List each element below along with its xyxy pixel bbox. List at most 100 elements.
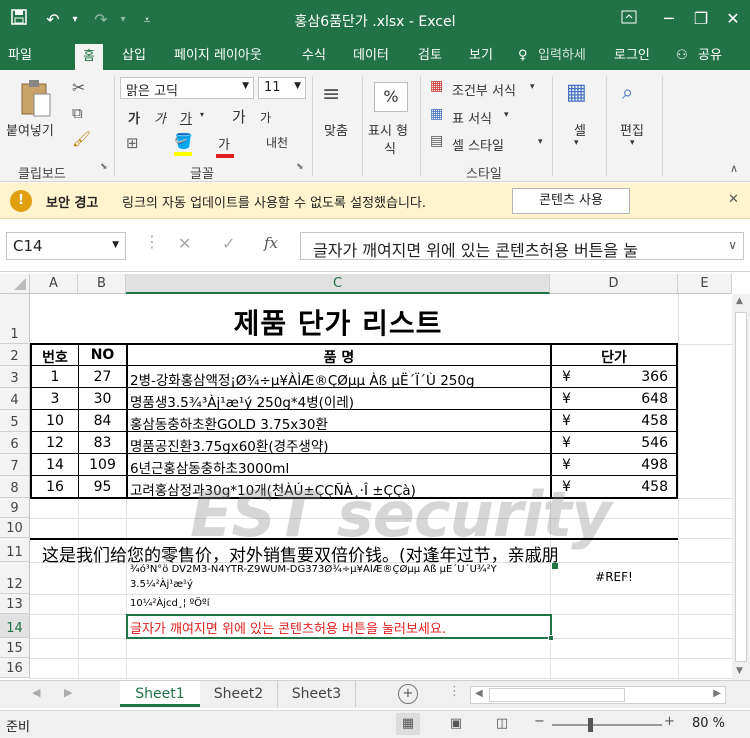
horizontal-scroll-thumb[interactable] [489,688,625,702]
row-header-selected[interactable]: 14 [0,614,30,638]
cell-name[interactable]: 명품생3.5¾³Àj¹æ¹ý 250g*4병(이레) [130,391,550,411]
cell-num[interactable]: 10 [32,413,78,429]
cell-num[interactable]: 14 [32,457,78,473]
tab-data[interactable]: 데이터 [353,46,389,66]
cut-icon[interactable]: ✂ [72,78,85,97]
cell-num[interactable]: 16 [32,479,78,495]
cell-price[interactable]: 498 [600,457,668,473]
login-link[interactable]: 로그인 [614,46,650,66]
close-icon[interactable]: ✕ [728,192,739,207]
sheet-tab-sheet3[interactable]: Sheet3 [278,681,356,707]
horizontal-scrollbar[interactable]: ◀ ▶ [470,686,726,704]
row-header[interactable]: 6 [0,432,30,454]
scroll-left-icon[interactable]: ◀ [475,688,483,699]
zoom-slider-thumb[interactable] [588,718,593,732]
tab-splitter-icon[interactable]: ⋮ [448,684,461,699]
row-header[interactable]: 5 [0,410,30,432]
cell-price[interactable]: 458 [600,413,668,429]
tab-file[interactable]: 파일 [8,46,32,66]
tab-view[interactable]: 보기 [469,46,493,66]
borders-icon[interactable]: ⊞ [126,134,139,152]
name-box[interactable]: C14 ▼ [6,232,126,260]
chevron-down-icon[interactable]: ▾ [630,138,635,148]
percent-icon[interactable]: % [374,82,408,112]
font-launcher-icon[interactable]: ⬊ [296,162,304,172]
phonetic-button[interactable]: 내천 [266,134,288,151]
share-icon[interactable]: ⚇ [676,46,688,66]
alignment-icon[interactable]: ≡ [322,82,340,107]
shrink-font-button[interactable]: 가 [260,109,271,126]
grow-font-button[interactable]: 가 [232,106,246,127]
conditional-format-button[interactable]: 조건부 서식 [452,80,516,99]
chevron-down-icon[interactable]: ▾ [574,138,579,148]
cell-name[interactable]: 2병-강화홍삼액정¡Ø¾÷µ¥ÀÌÆ®ÇØµµ Àß µË´Ï´Ù 250g [130,369,550,389]
cell-no[interactable]: 109 [79,457,126,473]
row-header[interactable]: 13 [0,594,30,614]
add-sheet-icon[interactable]: + [398,684,418,704]
tell-me-icon[interactable]: ♀ [518,46,528,66]
underline-dropdown-icon[interactable]: ▾ [200,110,204,119]
row-header[interactable]: 4 [0,388,30,410]
column-header[interactable]: E [678,274,732,294]
row-header[interactable]: 3 [0,366,30,388]
cell-num[interactable]: 1 [32,369,78,385]
chevron-down-icon[interactable]: ▼ [112,240,119,250]
underline-button[interactable]: 가 [180,108,192,127]
chevron-down-icon[interactable]: ▾ [538,137,543,147]
page-break-view-icon[interactable]: ◫ [490,713,514,735]
copy-icon[interactable]: ⧉ [72,104,83,122]
row-header[interactable]: 10 [0,518,30,538]
cell-no[interactable]: 84 [79,413,126,429]
fill-color-icon[interactable]: 🪣 [174,132,193,156]
cell-name[interactable]: 명품공진환3.75gx60환(경주생약) [130,435,550,455]
row-header[interactable]: 9 [0,498,30,518]
page-layout-view-icon[interactable]: ▣ [444,713,468,735]
scroll-up-icon[interactable]: ▲ [736,296,743,306]
cell-instruction-red[interactable]: 글자가 깨여지면 위에 있는 콘텐츠허용 버튼을 눌러보세요. [130,618,446,637]
cell-garbled-row13[interactable]: 10¼²Àjcd¸¦ ºÖºí [130,598,210,609]
header-price[interactable]: 단가 [552,347,676,367]
restore-icon[interactable]: ❐ [684,4,718,34]
enable-content-button[interactable]: 콘텐츠 사용 [512,188,630,214]
zoom-out-icon[interactable]: − [534,714,545,729]
cell-num[interactable]: 12 [32,435,78,451]
cell-no[interactable]: 83 [79,435,126,451]
zoom-slider-track[interactable] [552,724,662,726]
share-button[interactable]: 공유 [698,46,722,66]
tab-page-layout[interactable]: 페이지 레이아웃 [174,46,262,66]
header-no[interactable]: NO [79,347,126,363]
cell-price[interactable]: 648 [600,391,668,407]
font-name-box[interactable]: 맑은 고딕 ▼ [120,77,254,99]
chevron-down-icon[interactable]: ▾ [530,82,535,92]
tab-insert[interactable]: 삽입 [122,46,146,66]
prev-sheet-icon[interactable]: ◀ [32,686,40,699]
tab-formulas[interactable]: 수식 [302,46,326,66]
cell-price[interactable]: 546 [600,435,668,451]
row-header[interactable]: 8 [0,476,30,498]
row-header[interactable]: 11 [0,538,30,562]
column-header-selected[interactable]: C [126,274,550,294]
bold-button[interactable]: 가 [128,108,140,127]
insert-function-button[interactable]: fx [264,234,278,252]
vertical-scrollbar[interactable]: ▲ ▼ [732,294,750,680]
header-num[interactable]: 번호 [32,347,78,367]
chevron-down-icon[interactable]: ▼ [242,81,249,91]
editing-button[interactable]: 편집 [620,120,644,139]
zoom-level[interactable]: 80 % [692,716,725,731]
font-size-box[interactable]: 11 ▼ [258,77,306,99]
cell-garbled-line1[interactable]: ¾ó³Ñ°ö DV2M3-N4YTR-Z9WUM-DG373Ø¾÷µ¥ÀÌÆ®Ç… [130,564,550,575]
next-sheet-icon[interactable]: ▶ [64,686,72,699]
ribbon-display-options-icon[interactable] [612,4,646,34]
tab-home[interactable]: 홈 [75,44,103,70]
row-header[interactable]: 7 [0,454,30,476]
italic-button[interactable]: 가 [154,108,166,127]
font-color-button[interactable]: 가 [218,134,230,153]
column-header[interactable]: D [550,274,678,294]
column-header[interactable]: B [78,274,126,294]
chevron-down-icon[interactable]: ▾ [504,110,509,120]
minimize-icon[interactable]: ─ [652,4,686,34]
cell-no[interactable]: 95 [79,479,126,495]
cell-style-button[interactable]: 셀 스타일 [452,135,504,154]
cell-no[interactable]: 27 [79,369,126,385]
fill-handle[interactable] [548,635,554,641]
